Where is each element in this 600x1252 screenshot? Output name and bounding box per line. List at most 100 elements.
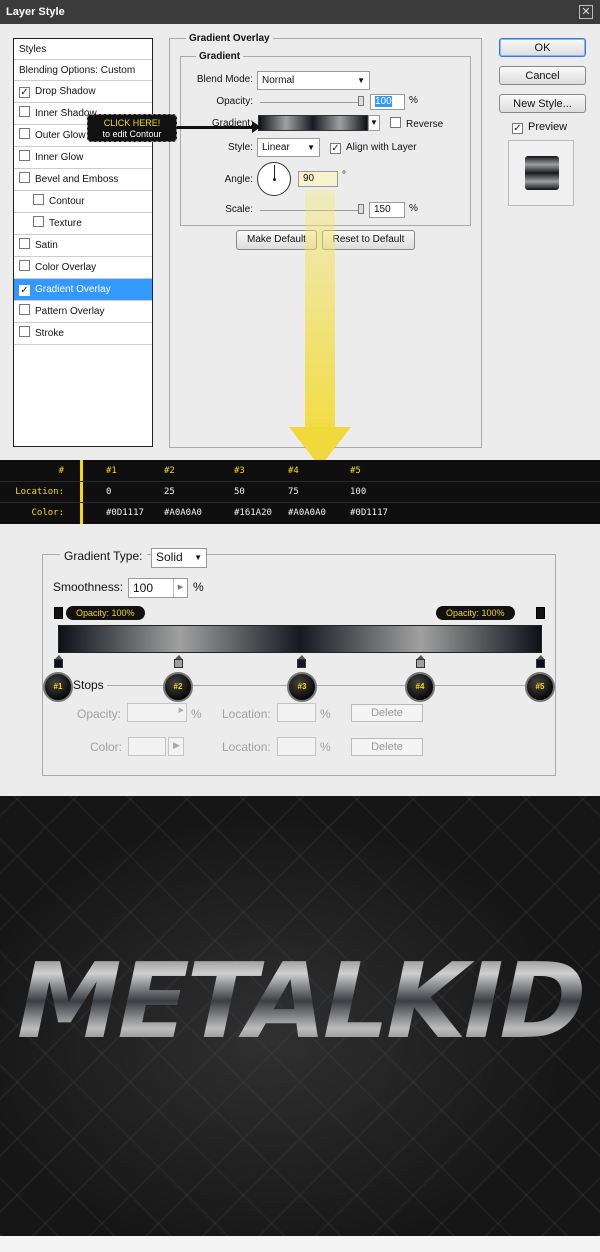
color-stop-1[interactable] [54, 655, 63, 668]
style-checkbox[interactable] [19, 238, 30, 249]
opacity-slider-thumb[interactable] [358, 96, 364, 106]
angle-dial[interactable] [257, 162, 291, 196]
reset-to-default-button[interactable]: Reset to Default [322, 230, 415, 250]
angle-value: 90 [303, 173, 315, 184]
style-checkbox[interactable] [19, 304, 30, 315]
stop-marker-1: #1 [43, 672, 73, 702]
header-key: # [58, 466, 64, 476]
style-checkbox[interactable] [19, 128, 30, 139]
styles-list-item[interactable]: Texture [14, 213, 152, 235]
styles-list-item[interactable]: Stroke [14, 323, 152, 345]
styles-list-item[interactable]: ✓ Drop Shadow [14, 81, 152, 103]
opacity-stop-left[interactable] [54, 607, 63, 619]
section-title: Gradient Overlay [186, 33, 273, 44]
smoothness-input[interactable]: 100 ▶ [128, 578, 188, 598]
styles-list-item[interactable]: Styles [14, 39, 152, 60]
delete-opacity-stop-button[interactable]: Delete [351, 704, 423, 722]
stop-opacity-label: Opacity: [77, 707, 122, 721]
color-stop-3[interactable] [297, 655, 306, 668]
callout-line2: to edit Contour [102, 129, 162, 139]
styles-list-label: Gradient Overlay [35, 284, 111, 295]
scale-input[interactable]: 150 [369, 202, 405, 218]
smoothness-value: 100 [133, 581, 154, 595]
color-stop-5[interactable] [536, 655, 545, 668]
color-stop-2[interactable] [174, 655, 183, 668]
reverse-check-box[interactable] [390, 117, 401, 128]
blend-mode-value: Normal [262, 75, 295, 86]
style-checkbox[interactable] [19, 326, 30, 337]
stop-color-location-input[interactable] [277, 737, 316, 756]
color-cell: #161A20 [234, 508, 272, 518]
style-checkbox[interactable] [19, 150, 30, 161]
styles-list-item[interactable]: Bevel and Emboss [14, 169, 152, 191]
color-cell: #0D1117 [350, 508, 388, 518]
style-checkbox[interactable] [19, 260, 30, 271]
stops-label: Stops [70, 678, 107, 692]
blend-mode-select[interactable]: Normal ▼ [257, 71, 370, 90]
stop-color-label: Color: [90, 740, 123, 754]
style-label: Style: [227, 142, 253, 153]
chevron-right-icon[interactable]: ▶ [173, 579, 187, 597]
ok-button[interactable]: OK [499, 38, 586, 57]
table-header-row: # #1 #2 #3 #4 #5 [0, 461, 600, 482]
opacity-unit: % [409, 95, 418, 106]
preview-check-box[interactable]: ✓ [512, 123, 523, 134]
styles-list-item[interactable]: ✓ Gradient Overlay [14, 279, 152, 301]
style-value: Linear [262, 142, 290, 153]
stop-marker-3: #3 [287, 672, 317, 702]
header-cell: #3 [234, 466, 245, 476]
stop-opacity-location-input[interactable] [277, 703, 316, 722]
gradient-ramp[interactable] [58, 625, 542, 653]
style-checkbox[interactable] [33, 194, 44, 205]
table-row-color: Color: #0D1117 #A0A0A0 #161A20 #A0A0A0 #… [0, 503, 600, 524]
color-stop-4[interactable] [416, 655, 425, 668]
styles-list-item[interactable]: Contour [14, 191, 152, 213]
style-checkbox[interactable] [19, 172, 30, 183]
reverse-label: Reverse [406, 119, 444, 130]
styles-list-item[interactable]: Color Overlay [14, 257, 152, 279]
style-select[interactable]: Linear ▼ [257, 138, 320, 157]
location-cell: 25 [164, 487, 175, 497]
delete-color-stop-button[interactable]: Delete [351, 738, 423, 756]
close-icon[interactable]: ✕ [579, 5, 593, 19]
stop-color-location-label: Location: [222, 740, 271, 754]
stop-opacity-input[interactable]: ▶ [127, 703, 187, 722]
preview-checkbox[interactable]: ✓ Preview [512, 121, 567, 134]
styles-list-item[interactable]: Inner Glow [14, 147, 152, 169]
style-checkbox[interactable]: ✓ [19, 285, 30, 296]
subsection-title: Gradient [196, 51, 244, 62]
stop-color-picker-icon[interactable]: ▶ [168, 737, 184, 756]
chevron-down-icon[interactable]: ▼ [368, 115, 380, 131]
gradient-swatch[interactable] [258, 115, 368, 131]
callout-line1: CLICK HERE! [103, 118, 161, 128]
gradient-type-select[interactable]: Solid ▼ [151, 548, 207, 568]
stop-opacity-unit: % [191, 707, 202, 721]
reverse-checkbox[interactable]: Reverse [390, 117, 443, 130]
opacity-input[interactable]: 100 [370, 94, 405, 110]
styles-list-label: Contour [49, 196, 85, 207]
styles-list-item[interactable]: Blending Options: Custom [14, 60, 152, 81]
opacity-slider-track[interactable] [260, 102, 364, 103]
align-check-box[interactable]: ✓ [330, 143, 341, 154]
angle-input[interactable]: 90 [298, 171, 338, 187]
style-checkbox[interactable] [33, 216, 44, 227]
gradient-type-value: Solid [156, 550, 183, 564]
cancel-button[interactable]: Cancel [499, 66, 586, 85]
stop-opacity-location-unit: % [320, 707, 331, 721]
chevron-down-icon: ▼ [194, 553, 202, 562]
stop-color-swatch[interactable] [128, 737, 166, 756]
styles-list-label: Bevel and Emboss [35, 174, 119, 185]
styles-list-item[interactable]: Pattern Overlay [14, 301, 152, 323]
styles-list-item[interactable]: Satin [14, 235, 152, 257]
style-checkbox[interactable]: ✓ [19, 87, 30, 98]
new-style-button[interactable]: New Style... [499, 94, 586, 113]
styles-list: Styles Blending Options: Custom ✓ Drop Shad… [13, 38, 153, 447]
styles-list-label: Stroke [35, 328, 64, 339]
style-checkbox[interactable] [19, 106, 30, 117]
align-with-layer-checkbox[interactable]: ✓ Align with Layer [330, 141, 417, 154]
scale-slider-thumb[interactable] [358, 204, 364, 214]
callout-arrow-line [176, 126, 258, 129]
opacity-stop-right[interactable] [536, 607, 545, 619]
location-cell: 50 [234, 487, 245, 497]
opacity-label: Opacity: [216, 96, 253, 107]
